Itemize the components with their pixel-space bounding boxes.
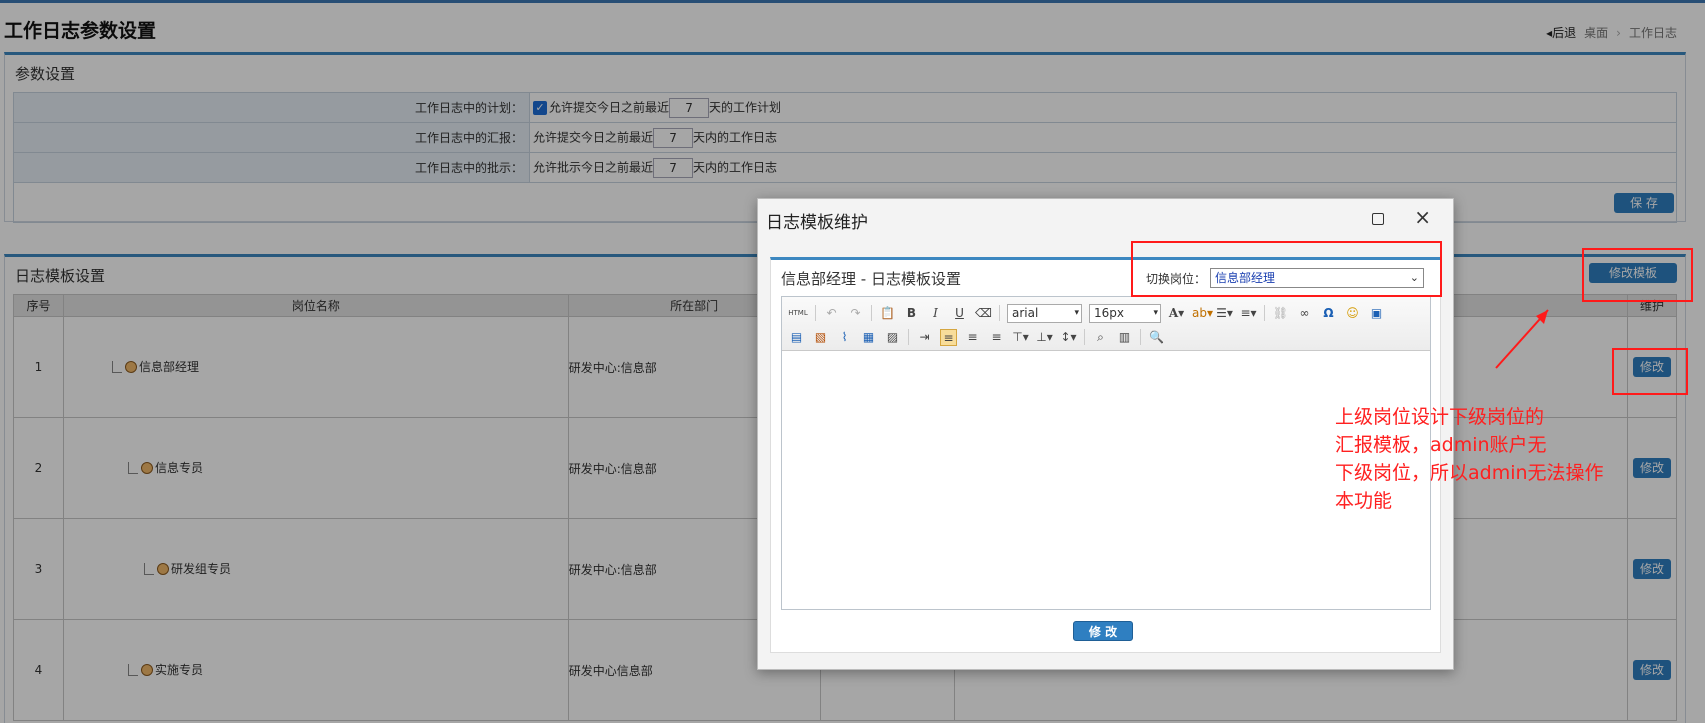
table-icon[interactable]: ▦ xyxy=(860,329,877,346)
html-source-icon[interactable]: HTML xyxy=(788,305,808,322)
redo-icon[interactable]: ↷ xyxy=(847,305,864,322)
bullet-list-icon[interactable]: ☰▾ xyxy=(1216,305,1233,322)
image-icon[interactable]: ▧ xyxy=(812,329,829,346)
toolbar-separator xyxy=(908,329,909,345)
font-color-icon[interactable]: A▾ xyxy=(1168,305,1185,322)
line-height-icon[interactable]: ↕▾ xyxy=(1060,329,1077,346)
attachment-icon[interactable]: ⌇ xyxy=(836,329,853,346)
annotation-note: 上级岗位设计下级岗位的 汇报模板，admin账户无 下级岗位，所以admin无法… xyxy=(1335,403,1695,515)
toolbar-separator xyxy=(871,305,872,321)
italic-icon[interactable]: I xyxy=(927,305,944,322)
toolbar-row-2: ▤ ▧ ⌇ ▦ ▨ ⇥ ≡ ≡ ≡ ⊤▾ ⊥▾ ↕▾ ⌕ ▥ 🔍 xyxy=(788,325,1424,349)
note-line: 上级岗位设计下级岗位的 xyxy=(1335,406,1545,428)
underline-icon[interactable]: U xyxy=(951,305,968,322)
note-line: 本功能 xyxy=(1335,490,1393,512)
link-icon[interactable]: ∞ xyxy=(1296,305,1313,322)
template-heading: 信息部经理 - 日志模板设置 xyxy=(781,270,961,288)
note-line: 下级岗位，所以admin无法操作 xyxy=(1335,462,1604,484)
toolbar-separator xyxy=(1140,329,1141,345)
highlight-icon[interactable]: ab▾ xyxy=(1192,305,1213,322)
bold-icon[interactable]: B xyxy=(903,305,920,322)
annotation-arrow xyxy=(1495,309,1549,369)
media-icon[interactable]: ▨ xyxy=(884,329,901,346)
annotation-box-switch xyxy=(1131,241,1442,297)
annotation-box-template-button xyxy=(1582,248,1693,302)
fullscreen-icon[interactable]: ▣ xyxy=(1368,305,1385,322)
editor-toolbar: HTML ↶ ↷ 📋 B I U ⌫ arial ▾ 16px ▾ A▾ ab▾ ☰… xyxy=(782,297,1430,351)
caret-down-icon: ▾ xyxy=(1074,307,1079,318)
font-family-select[interactable]: arial ▾ xyxy=(1007,303,1082,323)
caret-down-icon: ▾ xyxy=(1153,307,1158,318)
preview-icon[interactable]: 🔍 xyxy=(1148,329,1165,346)
toolbar-row-1: HTML ↶ ↷ 📋 B I U ⌫ arial ▾ 16px ▾ A▾ ab▾ ☰… xyxy=(788,301,1424,325)
dialog-title: 日志模板维护 xyxy=(766,213,868,233)
rich-text-editor: HTML ↶ ↷ 📋 B I U ⌫ arial ▾ 16px ▾ A▾ ab▾ ☰… xyxy=(781,296,1431,610)
toolbar-separator xyxy=(999,305,1000,321)
annotation-box-modify xyxy=(1612,348,1688,395)
submit-modify-button[interactable]: 修 改 xyxy=(1073,621,1133,641)
font-size-value: 16px xyxy=(1094,305,1124,320)
note-line: 汇报模板，admin账户无 xyxy=(1335,434,1547,456)
editor-body[interactable] xyxy=(782,351,1430,609)
undo-icon[interactable]: ↶ xyxy=(823,305,840,322)
paragraph-spacing-icon[interactable]: ⊥▾ xyxy=(1036,329,1053,346)
emoticon-icon[interactable]: ☺ xyxy=(1344,305,1361,322)
align-center-icon[interactable]: ≡ xyxy=(964,329,981,346)
eraser-icon[interactable]: ⌫ xyxy=(975,305,992,322)
numbered-list-icon[interactable]: ≡▾ xyxy=(1240,305,1257,322)
toolbar-separator xyxy=(815,305,816,321)
toolbar-separator xyxy=(1264,305,1265,321)
align-left-icon[interactable]: ≡ xyxy=(940,328,957,346)
align-right-icon[interactable]: ≡ xyxy=(988,329,1005,346)
indent-icon[interactable]: ⇥ xyxy=(916,329,933,346)
template-icon[interactable]: ▥ xyxy=(1116,329,1133,346)
font-family-value: arial xyxy=(1012,305,1039,320)
insert-frame-icon[interactable]: ▤ xyxy=(788,329,805,346)
close-icon[interactable]: × xyxy=(1414,205,1431,229)
maximize-icon[interactable] xyxy=(1372,213,1384,225)
unlink-icon[interactable]: ⛓ xyxy=(1272,305,1289,322)
find-icon[interactable]: ⌕ xyxy=(1092,329,1109,346)
toolbar-separator xyxy=(1084,329,1085,345)
vertical-align-icon[interactable]: ⊤▾ xyxy=(1012,329,1029,346)
font-size-select[interactable]: 16px ▾ xyxy=(1089,303,1161,323)
omega-icon[interactable]: Ω xyxy=(1320,305,1337,322)
paste-icon[interactable]: 📋 xyxy=(879,305,896,322)
